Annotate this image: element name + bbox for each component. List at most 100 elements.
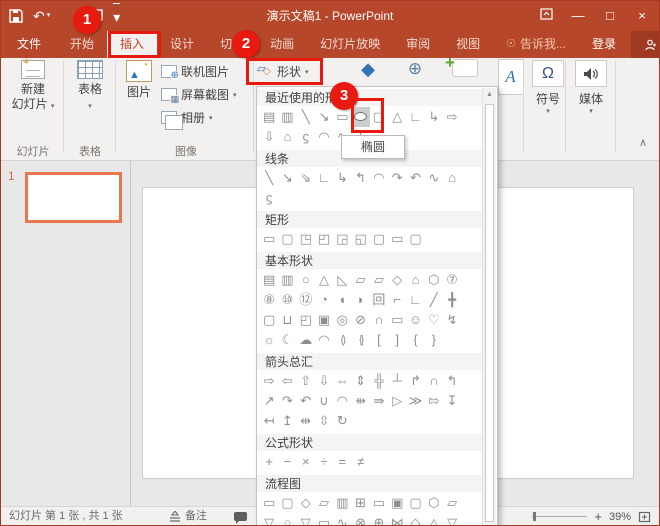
trapezoid-shape[interactable]: ▱: [370, 270, 388, 290]
arrow-quad-shape[interactable]: ╬: [370, 371, 388, 391]
curve-shape[interactable]: ∿: [425, 168, 443, 188]
elbow-arrow-connector-shape[interactable]: ↳: [425, 107, 443, 127]
arrow-quad-callout-shape[interactable]: ⇳: [315, 411, 333, 431]
arrow-curved-down-shape[interactable]: ∪: [315, 391, 333, 411]
diagonal-stripe-shape[interactable]: ╱: [425, 290, 443, 310]
flowchart-connector-shape[interactable]: ○: [278, 513, 296, 526]
math-equal-shape[interactable]: =: [333, 452, 351, 472]
arrow-circular-shape[interactable]: ↻: [333, 411, 351, 431]
photo-album-button[interactable]: 相册 ▾: [161, 109, 213, 126]
snip-and-round-single-corner-rectangle-shape[interactable]: ◱: [351, 229, 369, 249]
notes-button[interactable]: 备注: [169, 507, 207, 526]
chord-shape[interactable]: ◖: [333, 290, 351, 310]
arrow-right-callout-shape[interactable]: ⇰: [425, 391, 443, 411]
arrow-left-callout-shape[interactable]: ↤: [260, 411, 278, 431]
round-same-side-corner-rectangle-shape[interactable]: ▭: [388, 229, 406, 249]
curved-connector-shape[interactable]: ◠: [370, 168, 388, 188]
arrow-u-turn-shape[interactable]: ∩: [425, 371, 443, 391]
add-in-button[interactable]: +: [443, 59, 487, 82]
arrow-bent-up-shape[interactable]: ↗: [260, 391, 278, 411]
zoom-slider[interactable]: [532, 516, 587, 517]
flowchart-data-shape[interactable]: ▱: [315, 493, 333, 513]
curved-arrow-connector-shape[interactable]: ↷: [388, 168, 406, 188]
math-plus-shape[interactable]: +: [260, 452, 278, 472]
no-symbol-shape[interactable]: ⊘: [351, 310, 369, 330]
right-triangle-shape[interactable]: ◺: [333, 270, 351, 290]
right-bracket-shape[interactable]: ]: [388, 330, 406, 350]
tab-design[interactable]: 设计: [157, 31, 207, 58]
math-not-equal-shape[interactable]: ≠: [351, 452, 369, 472]
line-arrow-shape[interactable]: ↘: [315, 107, 333, 127]
flowchart-merge-shape[interactable]: ▽: [443, 513, 461, 526]
bevel-shape[interactable]: ▣: [315, 310, 333, 330]
elbow-connector-shape[interactable]: ∟: [315, 168, 333, 188]
flowchart-card-shape[interactable]: ▭: [315, 513, 333, 526]
flowchart-terminator-shape[interactable]: ▢: [406, 493, 424, 513]
math-divide-shape[interactable]: ÷: [315, 452, 333, 472]
arrow-pentagon-shape[interactable]: ▷: [388, 391, 406, 411]
left-bracket-shape[interactable]: [: [370, 330, 388, 350]
arc-shape[interactable]: ◠: [315, 127, 333, 147]
pie-shape[interactable]: ◔: [315, 290, 333, 310]
frame-shape[interactable]: 回: [370, 290, 388, 310]
vertical-text-box-shape[interactable]: ▥: [278, 270, 296, 290]
oval-shape[interactable]: ○: [297, 270, 315, 290]
zoom-slider-thumb[interactable]: [533, 512, 536, 521]
fit-to-window-icon[interactable]: [638, 511, 651, 523]
text-box-shape[interactable]: ▤: [260, 270, 278, 290]
round-diagonal-corner-rectangle-shape[interactable]: ▢: [406, 229, 424, 249]
online-pictures-button[interactable]: 联机图片: [161, 63, 229, 80]
arrow-bent-shape[interactable]: ↱: [406, 371, 424, 391]
lightning-bolt-shape[interactable]: ↯: [443, 310, 461, 330]
arrow-down-callout-shape[interactable]: ↧: [443, 391, 461, 411]
line-double-arrow-shape[interactable]: ⇘: [297, 168, 315, 188]
diamond-shape[interactable]: ◇: [388, 270, 406, 290]
symbol-button[interactable]: Ω 符号 ▾: [528, 60, 568, 115]
flowchart-punched-tape-shape[interactable]: ∿: [333, 513, 351, 526]
line-shape[interactable]: ╲: [297, 107, 315, 127]
donut-shape[interactable]: ◎: [333, 310, 351, 330]
vertical-text-box-shape[interactable]: ▥: [278, 107, 296, 127]
dodecagon-shape[interactable]: ⑫: [297, 290, 315, 310]
elbow-arrow-connector-shape[interactable]: ↳: [333, 168, 351, 188]
freeform-shape[interactable]: ⌂: [278, 127, 296, 147]
picture-button[interactable]: 图片: [121, 60, 157, 100]
snip-same-side-corner-rectangle-shape[interactable]: ◰: [315, 229, 333, 249]
line-shape[interactable]: ╲: [260, 168, 278, 188]
rectangle-shape[interactable]: ▭: [333, 107, 351, 127]
tab-review[interactable]: 审阅: [393, 31, 443, 58]
table-button[interactable]: 表格 ▾: [67, 60, 113, 114]
decagon-shape[interactable]: ⑩: [278, 290, 296, 310]
snip-single-corner-rectangle-shape[interactable]: ◳: [297, 229, 315, 249]
flowchart-manual-input-shape[interactable]: ▱: [443, 493, 461, 513]
wordart-button[interactable]: A: [497, 59, 524, 95]
zoom-level[interactable]: 39%: [609, 511, 631, 523]
rectangle-shape[interactable]: ▭: [260, 229, 278, 249]
tab-slideshow[interactable]: 幻灯片放映: [307, 31, 393, 58]
scroll-up-icon[interactable]: ▲: [483, 88, 496, 102]
folded-corner-shape[interactable]: ▭: [388, 310, 406, 330]
hyperlink-button[interactable]: ⊕: [397, 59, 433, 79]
arrow-striped-right-shape[interactable]: ⇻: [351, 391, 369, 411]
line-arrow-shape[interactable]: ↘: [278, 168, 296, 188]
flowchart-off-page-connector-shape[interactable]: ▽: [297, 513, 315, 526]
octagon-shape[interactable]: ⑧: [260, 290, 278, 310]
cube-shape[interactable]: ◰: [297, 310, 315, 330]
block-arc-shape[interactable]: ∩: [370, 310, 388, 330]
snip-diagonal-corner-rectangle-shape[interactable]: ◲: [333, 229, 351, 249]
arrow-up-shape[interactable]: ⇧: [297, 371, 315, 391]
arrow-chevron-shape[interactable]: ≫: [406, 391, 424, 411]
scrollbar-thumb[interactable]: [485, 104, 494, 522]
half-frame-shape[interactable]: ⌐: [388, 290, 406, 310]
arrow-left-up-shape[interactable]: ↰: [443, 371, 461, 391]
heart-shape[interactable]: ♡: [425, 310, 443, 330]
tab-home[interactable]: 开始: [57, 31, 107, 58]
freeform-shape[interactable]: ⌂: [443, 168, 461, 188]
can-shape[interactable]: ⊔: [278, 310, 296, 330]
arrow-down-shape[interactable]: ⇩: [315, 371, 333, 391]
flowchart-manual-operation-shape[interactable]: ▽: [260, 513, 278, 526]
slide-thumbnail[interactable]: [25, 172, 122, 223]
comments-icon[interactable]: [234, 512, 247, 521]
arrow-curved-up-shape[interactable]: ◠: [333, 391, 351, 411]
flowchart-multidocument-shape[interactable]: ▣: [388, 493, 406, 513]
